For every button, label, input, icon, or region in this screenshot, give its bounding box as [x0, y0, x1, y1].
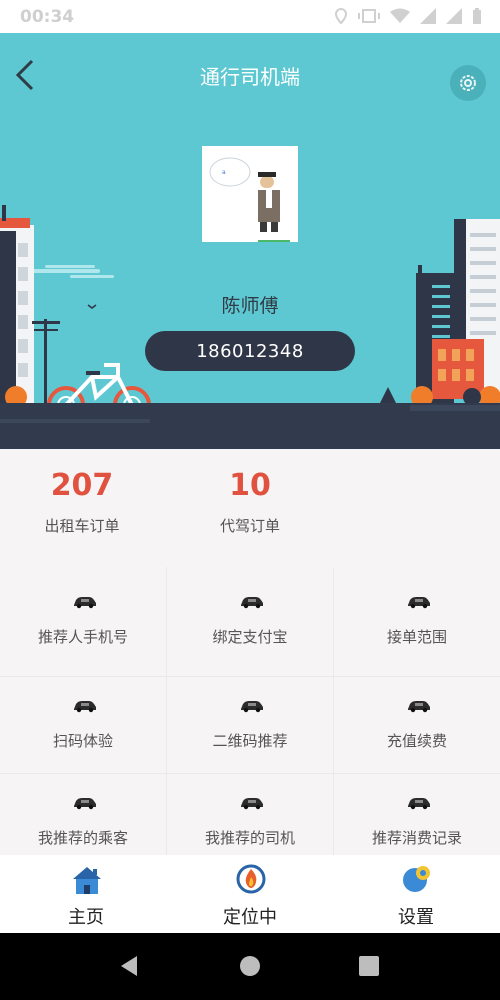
stat-taxi-orders[interactable]: 207 出租车订单	[2, 468, 162, 536]
car-icon	[408, 701, 430, 713]
menu-item-referrer-phone[interactable]: 推荐人手机号	[0, 567, 166, 663]
back-triangle-icon[interactable]	[117, 954, 141, 978]
tab-label: 设置	[398, 907, 434, 928]
stat-driving-orders[interactable]: 10 代驾订单	[170, 468, 330, 536]
tab-settings[interactable]: 设置	[333, 855, 499, 933]
menu-item-label: 推荐人手机号	[37, 628, 128, 646]
menu-item-my-drivers[interactable]: 我推荐的司机	[167, 768, 333, 864]
car-icon	[241, 701, 263, 713]
signal-icon	[446, 8, 462, 24]
menu-item-qr-referral[interactable]: 二维码推荐	[167, 671, 333, 767]
stat-value: 10	[229, 468, 271, 503]
menu-item-order-range[interactable]: 接单范围	[334, 567, 500, 663]
tab-label: 定位中	[223, 907, 277, 928]
settings-icon	[403, 866, 430, 892]
menu-item-recharge[interactable]: 充值续费	[334, 671, 500, 767]
menu-item-label: 我推荐的乘客	[37, 829, 128, 847]
avatar[interactable]: a	[202, 146, 298, 242]
svg-text:a: a	[222, 169, 226, 176]
wifi-icon	[390, 8, 410, 23]
status-bar: 00:34	[0, 0, 500, 33]
gear-icon	[460, 75, 476, 91]
menu-item-label: 推荐消费记录	[371, 829, 462, 847]
vibrate-icon	[358, 9, 380, 23]
car-icon	[74, 798, 96, 810]
driver-name: 陈师傅	[221, 295, 279, 317]
status-time: 00:34	[20, 7, 75, 27]
stat-label: 代驾订单	[219, 517, 280, 535]
tab-location[interactable]: 定位中	[167, 855, 333, 933]
menu-item-my-passengers[interactable]: 我推荐的乘客	[0, 768, 166, 864]
avatar-cartoon-icon: a	[209, 157, 290, 242]
signal-icon	[420, 8, 436, 24]
car-icon	[241, 597, 263, 609]
car-icon	[241, 798, 263, 810]
stat-value: 207	[50, 468, 114, 503]
recents-square-icon[interactable]	[358, 955, 380, 977]
tab-label: 主页	[68, 907, 104, 928]
menu-item-label: 扫码体验	[52, 732, 113, 750]
status-icons	[334, 8, 482, 24]
battery-icon	[473, 8, 481, 24]
phone-number: 186012348	[145, 331, 355, 371]
menu-item-referral-spending[interactable]: 推荐消费记录	[334, 768, 500, 864]
menu-item-scan-experience[interactable]: 扫码体验	[0, 671, 166, 767]
location-flame-icon	[236, 864, 266, 894]
car-icon	[74, 597, 96, 609]
menu-item-label: 绑定支付宝	[212, 628, 288, 646]
car-icon	[74, 701, 96, 713]
system-nav-bar	[0, 933, 500, 1000]
menu-item-label: 我推荐的司机	[204, 829, 295, 847]
car-icon	[408, 798, 430, 810]
stat-label: 出租车订单	[44, 517, 120, 535]
page-title: 通行司机端	[200, 65, 300, 89]
bottom-tab-bar: 主页 定位中 设置	[0, 855, 500, 933]
menu-item-label: 接单范围	[386, 628, 447, 646]
car-icon	[408, 597, 430, 609]
location-icon	[334, 8, 348, 24]
profile-hero: 通行司机端 a 陈师傅 186012348	[0, 33, 500, 449]
home-circle-icon[interactable]	[238, 954, 262, 978]
settings-button[interactable]	[450, 65, 486, 101]
house-icon	[73, 867, 101, 894]
menu-item-label: 二维码推荐	[212, 732, 288, 750]
menu-item-label: 充值续费	[386, 732, 447, 750]
tab-home[interactable]: 主页	[3, 855, 169, 933]
menu-item-bind-alipay[interactable]: 绑定支付宝	[167, 567, 333, 663]
